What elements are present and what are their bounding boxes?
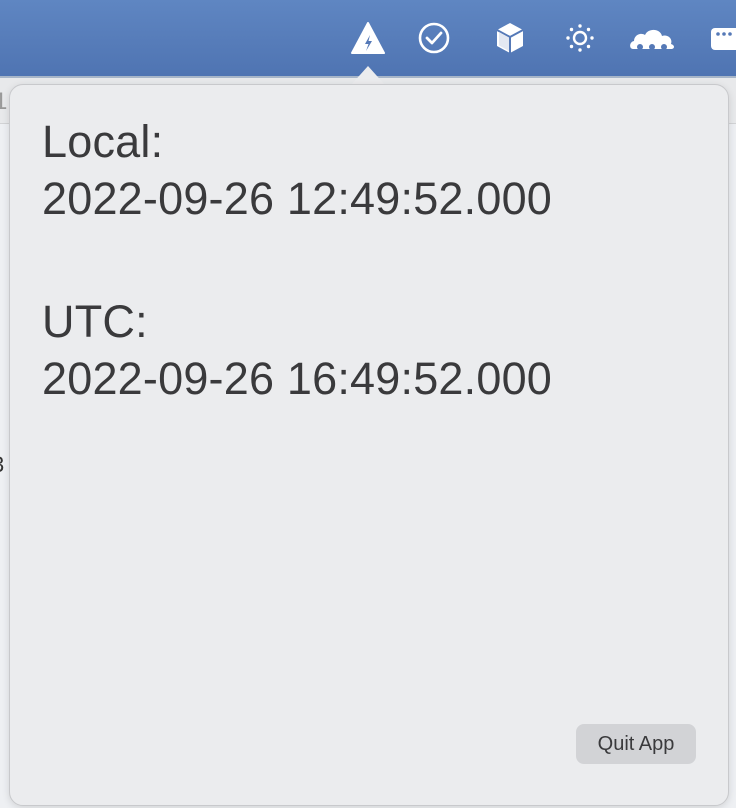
window-dots-icon[interactable] <box>708 18 736 58</box>
background-text-fragment: 3 <box>0 452 4 478</box>
cube-icon[interactable] <box>490 18 530 58</box>
utc-time-value: 2022-09-26 16:49:52.000 <box>42 353 553 404</box>
cloud-dots-icon[interactable] <box>626 18 678 58</box>
quit-app-button[interactable]: Quit App <box>576 724 696 764</box>
utc-time-block: UTC: 2022-09-26 16:49:52.000 <box>42 293 552 407</box>
popover-arrow <box>351 66 385 85</box>
bolt-triangle-icon[interactable] <box>348 18 388 58</box>
sun-icon[interactable] <box>560 18 600 58</box>
local-label: Local: <box>42 116 164 167</box>
time-popover: Local: 2022-09-26 12:49:52.000 UTC: 2022… <box>9 84 729 806</box>
local-time-value: 2022-09-26 12:49:52.000 <box>42 173 553 224</box>
local-time-block: Local: 2022-09-26 12:49:52.000 <box>42 113 552 227</box>
utc-label: UTC: <box>42 296 148 347</box>
checkmark-circle-icon[interactable] <box>414 18 454 58</box>
background-text-fragment: 1 <box>0 88 8 115</box>
menu-bar <box>0 0 736 76</box>
